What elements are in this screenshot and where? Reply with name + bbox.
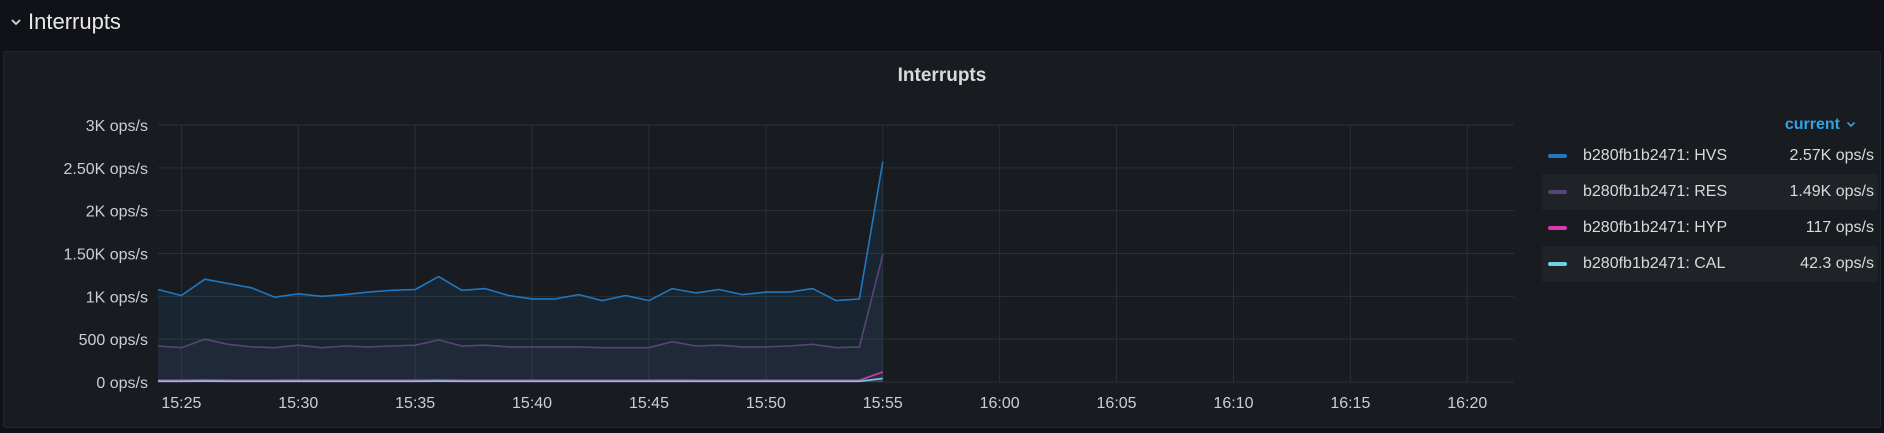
x-tick-label: 15:35 [395, 395, 435, 412]
series-swatch [1548, 190, 1567, 194]
legend-item-name: b280fb1b2471: CAL [1583, 255, 1726, 272]
x-tick-label: 15:55 [863, 395, 903, 412]
legend-item-value: 1.49K ops/s [1789, 183, 1875, 200]
legend-item-value: 42.3 ops/s [1800, 255, 1874, 272]
legend-item-hyp[interactable]: b280fb1b2471: HYP 117 ops/s [1542, 210, 1878, 246]
legend-item-res[interactable]: b280fb1b2471: RES 1.49K ops/s [1542, 174, 1878, 210]
legend-item-name: b280fb1b2471: RES [1583, 183, 1728, 200]
legend-item-hvs[interactable]: b280fb1b2471: HVS 2.57K ops/s [1542, 138, 1878, 174]
x-tick-label: 15:25 [161, 395, 201, 412]
series-line [157, 161, 884, 302]
legend-column-header: current [1784, 116, 1840, 133]
graph-panel: Interrupts 0 ops/s 500 ops/s 1K ops/s 1.50K… [3, 51, 1881, 428]
y-tick-label: 2K ops/s [86, 204, 148, 221]
y-tick-label: 1K ops/s [86, 289, 148, 306]
legend-item-cal[interactable]: b280fb1b2471: CAL 42.3 ops/s [1542, 246, 1878, 282]
x-tick-label: 16:00 [980, 395, 1020, 412]
chevron-down-icon[interactable] [6, 12, 26, 32]
x-tick-label: 16:15 [1330, 395, 1370, 412]
y-tick-label: 1.50K ops/s [64, 247, 149, 264]
legend-item-value: 2.57K ops/s [1789, 147, 1875, 164]
series-swatch [1548, 262, 1567, 266]
x-tick-label: 16:10 [1213, 395, 1253, 412]
y-tick-label: 3K ops/s [86, 118, 148, 135]
y-tick-label: 500 ops/s [79, 332, 148, 349]
legend-sort-current[interactable]: current [1542, 112, 1878, 138]
row-title[interactable]: Interrupts [28, 9, 121, 35]
legend-item-name: b280fb1b2471: HYP [1583, 219, 1728, 236]
row-header[interactable]: Interrupts [0, 0, 1884, 44]
x-tick-label: 15:45 [629, 395, 669, 412]
x-tick-label: 15:30 [278, 395, 318, 412]
legend: current b280fb1b2471: HVS 2.57K ops/s b2… [1542, 112, 1878, 282]
y-tick-label: 0 ops/s [96, 375, 148, 392]
series-swatch [1548, 154, 1567, 158]
x-tick-label: 15:50 [746, 395, 786, 412]
series-swatch [1548, 226, 1567, 230]
x-tick-label: 15:40 [512, 395, 552, 412]
chevron-down-icon [1846, 116, 1856, 134]
x-tick-label: 16:05 [1097, 395, 1137, 412]
x-tick-label: 16:20 [1447, 395, 1487, 412]
legend-item-name: b280fb1b2471: HVS [1583, 147, 1728, 164]
legend-item-value: 117 ops/s [1805, 219, 1874, 236]
interrupts-chart[interactable]: 0 ops/s 500 ops/s 1K ops/s 1.50K ops/s 2K op… [4, 52, 1534, 429]
y-tick-label: 2.50K ops/s [64, 161, 149, 178]
